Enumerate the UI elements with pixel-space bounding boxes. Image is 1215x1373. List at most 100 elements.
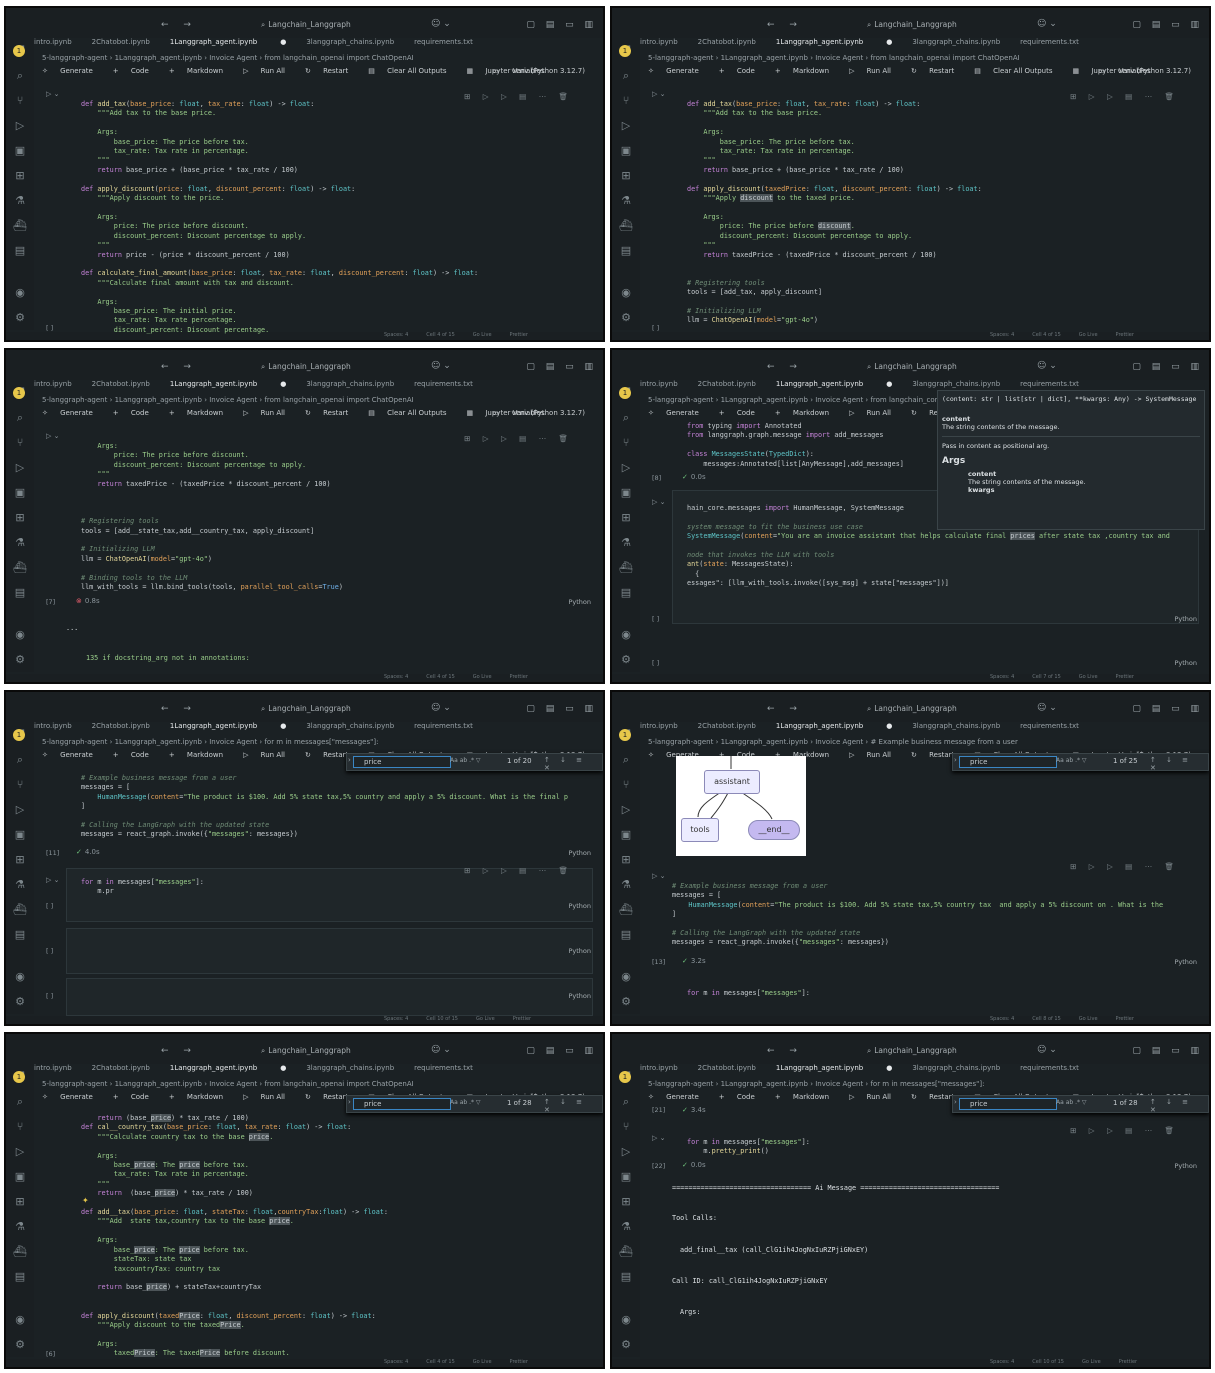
extensions-icon[interactable]: ⊞ (612, 847, 640, 872)
layout-controls[interactable]: ▢ ▤ ▭ ▥ (526, 362, 597, 372)
tab-3langgraph-chains-ipynb[interactable]: 3langgraph_chains.ipynb (306, 38, 394, 46)
code-line[interactable]: m.pr (81, 887, 595, 896)
tab-3langgraph-chains-ipynb[interactable]: 3langgraph_chains.ipynb (912, 1064, 1000, 1072)
copilot-icon[interactable]: ☺ ⌄ (431, 703, 451, 713)
tab-requirements-txt[interactable]: requirements.txt (1020, 722, 1079, 730)
account-icon[interactable]: ◉ (6, 964, 34, 989)
docker-icon[interactable]: ⛴ (6, 213, 34, 238)
cell-toolbar[interactable]: ⊞ ▷ ▷ ▤ ⋯ 🗑 (1070, 1126, 1179, 1135)
account-icon[interactable]: ◉ (6, 622, 34, 647)
code-line[interactable] (687, 298, 1201, 307)
code-editor[interactable]: def add_tax(base_price: float, tax_rate:… (81, 100, 595, 335)
remote-icon[interactable]: ▣ (6, 480, 34, 505)
tab-2chatobot-ipynb[interactable]: 2Chatobot.ipynb (698, 1064, 756, 1072)
code-line[interactable]: # Example business message from a user (81, 774, 595, 783)
code-line[interactable]: taxcountryTax: country tax (81, 1265, 595, 1274)
run-all-button[interactable]: ▷ Run All (849, 409, 901, 417)
crumb-cell[interactable]: # Example business message from a user (870, 738, 1017, 746)
run-cell-icon[interactable]: ▷ ⌄ (46, 876, 59, 884)
code-line[interactable]: def apply_discount(taxedPrice: float, di… (81, 1311, 595, 1321)
code-line[interactable]: """ (81, 156, 595, 165)
search-icon[interactable]: ⌕ (612, 405, 640, 430)
add-markdown-button[interactable]: + Markdown (169, 67, 233, 75)
code-line[interactable]: return base_price + (base_price * tax_ra… (687, 166, 1201, 175)
code-line[interactable]: tax_rate: Tax rate percentage. (81, 316, 595, 325)
run-all-button[interactable]: ▷ Run All (243, 67, 295, 75)
generate-button[interactable]: ✧ Generate (42, 409, 103, 417)
code-line[interactable]: """Apply discount to the price. (81, 194, 595, 203)
notebook-icon[interactable]: ▤ (612, 580, 640, 605)
add-code-button[interactable]: + Code (719, 1093, 765, 1101)
copilot-icon[interactable]: ☺ ⌄ (1037, 1045, 1057, 1055)
tab-1langgraph-agent-ipynb[interactable]: 1Langgraph_agent.ipynb (170, 38, 257, 46)
code-line[interactable]: llm = ChatOpenAI(model="gpt-4o") (81, 555, 595, 564)
code-line[interactable]: tax_rate: Tax rate in percentage. (687, 147, 1201, 156)
notebook-cell[interactable] (66, 928, 593, 974)
clear-outputs-button[interactable]: ▤ Clear All Outputs (368, 67, 456, 75)
tab-1langgraph-agent-ipynb[interactable]: 1Langgraph_agent.ipynb (776, 722, 863, 730)
crumb-file[interactable]: 1Langgraph_agent.ipynb (721, 54, 808, 62)
nav-arrows[interactable]: ← → (767, 362, 803, 372)
run-debug-icon[interactable]: ▷ (6, 113, 34, 138)
testing-icon[interactable]: ⚗ (6, 872, 34, 897)
code-line[interactable]: for m in messages["messages"]: (81, 878, 595, 887)
code-line[interactable]: """Add tax to the base price. (81, 109, 595, 118)
code-line[interactable]: def calculate_final_amount(base_price: f… (81, 269, 595, 278)
crumb-folder[interactable]: 5-langgraph-agent (42, 738, 107, 746)
status-go-live[interactable]: Go Live (1079, 674, 1098, 680)
cell-language[interactable]: Python (568, 902, 591, 910)
status-prettier[interactable]: Prettier (513, 1016, 531, 1022)
add-markdown-button[interactable]: + Markdown (775, 67, 839, 75)
extensions-icon[interactable]: ⊞ (612, 1189, 640, 1214)
chevron-right-icon[interactable]: › (954, 756, 957, 764)
code-line[interactable]: """Apply discount to the taxedPrice. (81, 1320, 595, 1330)
code-line[interactable]: return base_price) + stateTax+countryTax (81, 1283, 595, 1292)
find-nav-controls[interactable]: ↑ ↓ ≡ ✕ (544, 756, 602, 772)
code-editor[interactable]: # Example business message from a user me… (81, 774, 595, 840)
status-cell-pos[interactable]: Cell 4 of 15 (1032, 332, 1060, 338)
generate-button[interactable]: ✧ Generate (42, 751, 103, 759)
code-line[interactable]: """ (81, 1180, 595, 1189)
code-line[interactable]: def add_tax(base_price: float, tax_rate:… (687, 100, 1201, 109)
nav-arrows[interactable]: ← → (161, 1046, 197, 1056)
cell-toolbar[interactable]: ⊞ ▷ ▷ ▤ ⋯ 🗑 (464, 866, 573, 875)
tab-2chatobot-ipynb[interactable]: 2Chatobot.ipynb (92, 722, 150, 730)
command-center[interactable]: ⌕ Langchain_Langgraph (261, 20, 351, 30)
status-indent[interactable]: Spaces: 4 (990, 1359, 1014, 1365)
status-cell-pos[interactable]: Cell 7 of 15 (1032, 674, 1060, 680)
tab-requirements-txt[interactable]: requirements.txt (1020, 38, 1079, 46)
code-line[interactable]: llm_with_tools = llm.bind_tools(tools, p… (81, 583, 595, 592)
code-line[interactable]: llm = ChatOpenAI(model="gpt-4o") (687, 316, 1201, 325)
code-line[interactable]: return taxedPrice - (taxedPrice * discou… (81, 480, 595, 489)
code-line[interactable]: base_price: The initial price. (81, 307, 595, 316)
layout-controls[interactable]: ▢ ▤ ▭ ▥ (1132, 20, 1203, 30)
code-line[interactable]: """ (687, 156, 1201, 165)
copilot-icon[interactable]: ☺ ⌄ (1037, 19, 1057, 29)
clear-outputs-button[interactable]: ▤ Clear All Outputs (974, 67, 1062, 75)
code-line[interactable] (81, 564, 595, 573)
generate-button[interactable]: ✧ Generate (42, 1093, 103, 1101)
source-control-icon[interactable]: ⑂ (612, 430, 640, 455)
cell-language[interactable]: Python (1174, 1162, 1197, 1170)
code-line[interactable] (81, 175, 595, 184)
testing-icon[interactable]: ⚗ (612, 872, 640, 897)
tab-1langgraph-agent-ipynb[interactable]: 1Langgraph_agent.ipynb (170, 722, 257, 730)
code-line[interactable]: HumanMessage(content="The product is $10… (81, 793, 595, 802)
extensions-icon[interactable]: ⊞ (6, 505, 34, 530)
chevron-right-icon[interactable]: › (954, 1098, 957, 1106)
nav-arrows[interactable]: ← → (161, 362, 197, 372)
run-cell-icon[interactable]: ▷ ⌄ (652, 872, 665, 880)
cell-toolbar[interactable]: ⊞ ▷ ▷ ▤ ⋯ 🗑 (1070, 862, 1179, 871)
code-line[interactable]: # Calling the LangGraph with the updated… (81, 821, 595, 830)
testing-icon[interactable]: ⚗ (6, 1214, 34, 1239)
run-debug-icon[interactable]: ▷ (612, 1139, 640, 1164)
crumb-folder[interactable]: 5-langgraph-agent (42, 1080, 107, 1088)
copilot-icon[interactable]: ☺ ⌄ (431, 19, 451, 29)
crumb-file[interactable]: 1Langgraph_agent.ipynb (721, 396, 808, 404)
tab-3langgraph-chains-ipynb[interactable]: 3langgraph_chains.ipynb (306, 1064, 394, 1072)
extensions-icon[interactable]: ⊞ (612, 505, 640, 530)
code-line[interactable] (687, 269, 1201, 278)
command-center[interactable]: ⌕ Langchain_Langgraph (867, 1046, 957, 1056)
status-prettier[interactable]: Prettier (510, 674, 528, 680)
notebook-icon[interactable]: ▤ (6, 922, 34, 947)
